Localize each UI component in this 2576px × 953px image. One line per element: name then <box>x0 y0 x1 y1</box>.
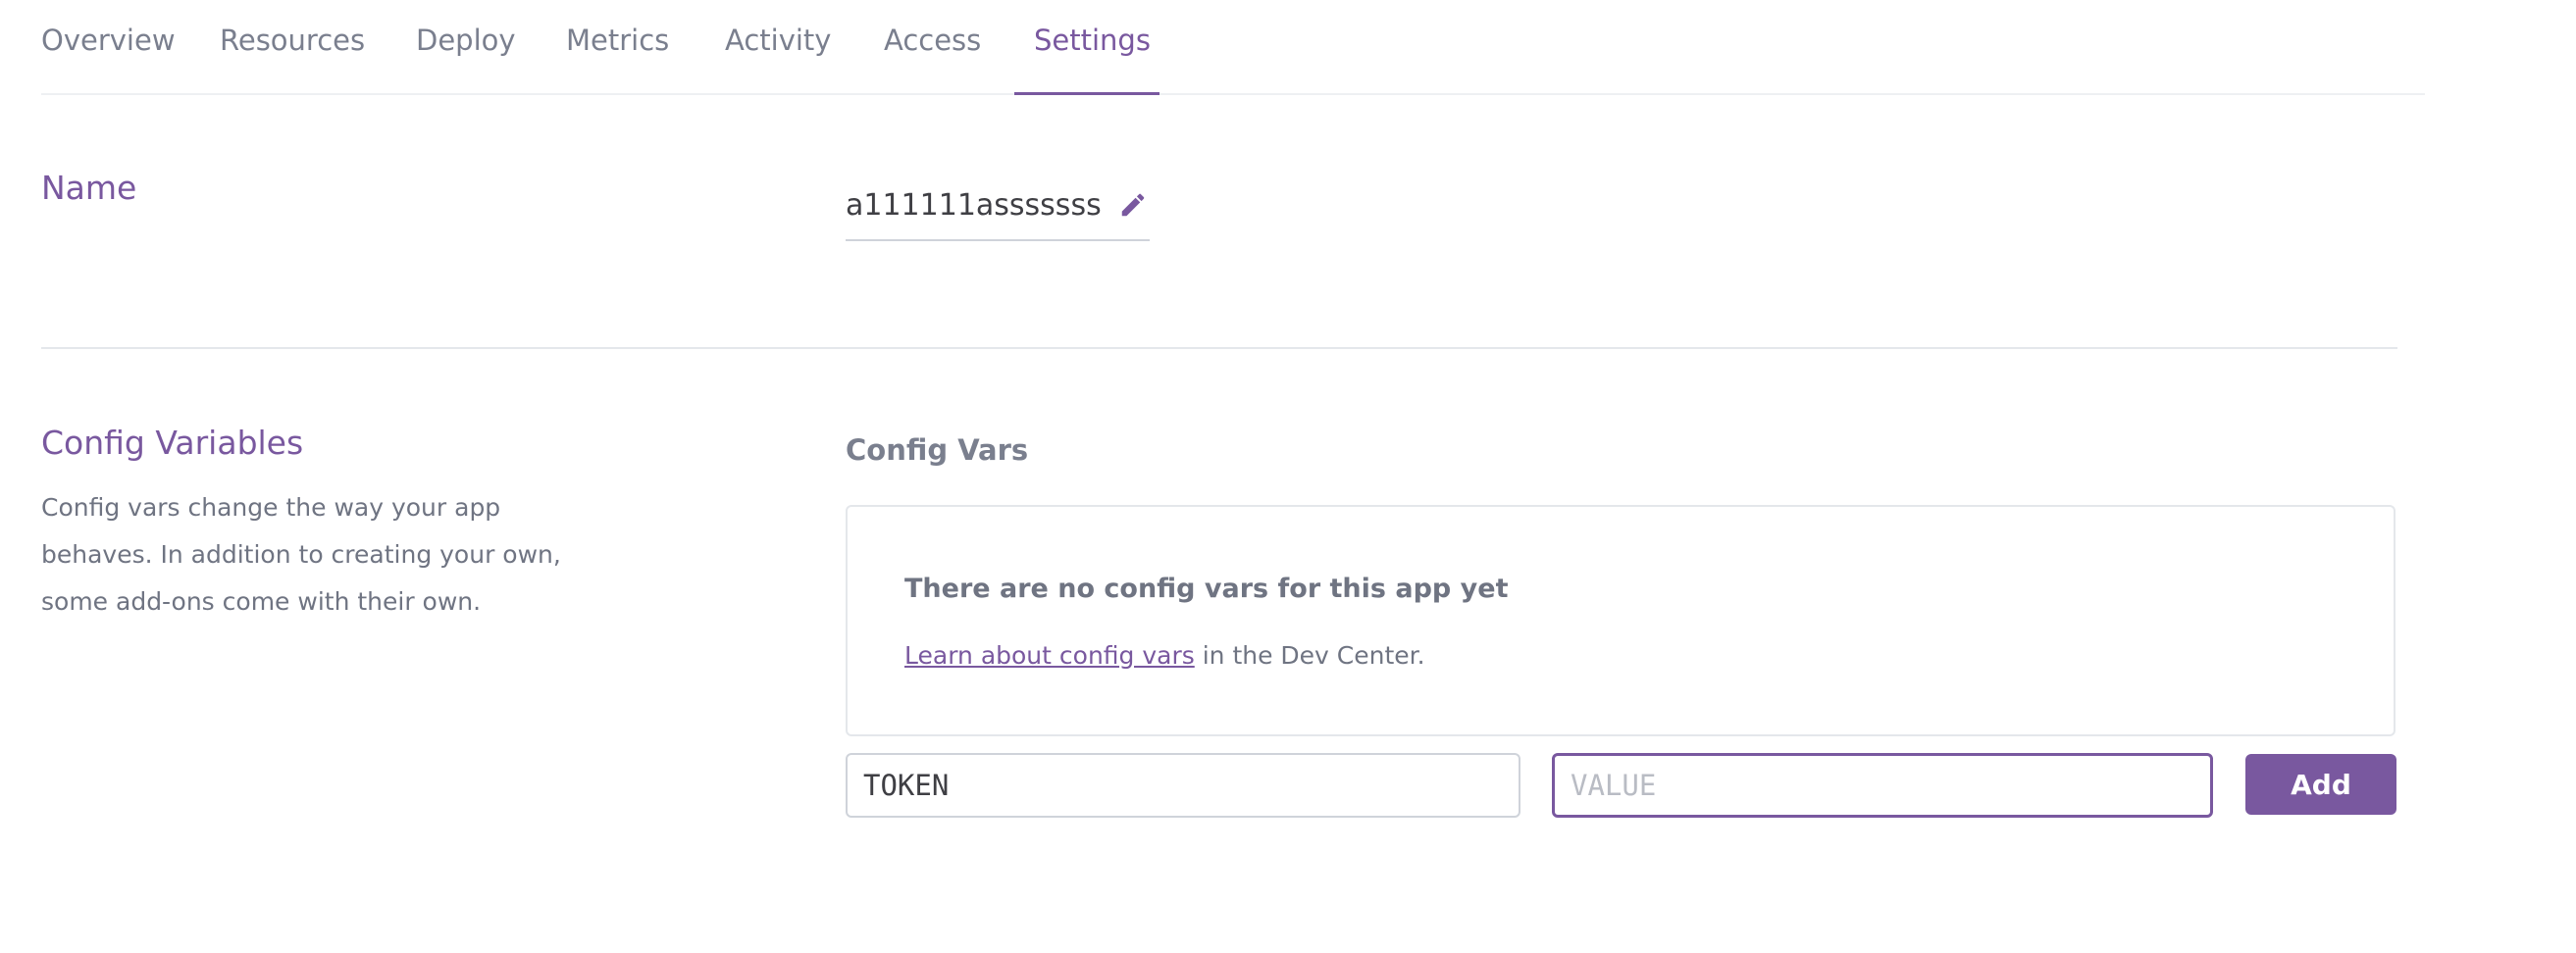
learn-config-vars-link[interactable]: Learn about config vars <box>904 641 1195 670</box>
empty-state-help: Learn about config vars in the Dev Cente… <box>904 641 1425 670</box>
dev-center-suffix: in the Dev Center. <box>1194 641 1425 670</box>
tab-deploy[interactable]: Deploy <box>416 24 516 57</box>
active-tab-indicator <box>1014 92 1159 95</box>
app-tabs: Overview Resources Deploy Metrics Activi… <box>41 0 2396 93</box>
tab-resources[interactable]: Resources <box>220 24 365 57</box>
config-key-input[interactable] <box>846 753 1520 818</box>
config-section-title: Config Variables <box>41 424 304 462</box>
config-value-input[interactable] <box>1552 753 2213 818</box>
config-section-description: Config vars change the way your app beha… <box>41 493 561 616</box>
app-name-value: a111111asssssss <box>846 188 1102 223</box>
config-vars-heading: Config Vars <box>846 433 1029 467</box>
app-name-field[interactable]: a111111asssssss <box>846 184 1150 241</box>
tabs-divider <box>41 93 2425 95</box>
add-config-var-button[interactable]: Add <box>2245 754 2396 815</box>
tab-metrics[interactable]: Metrics <box>566 24 669 57</box>
section-divider <box>41 347 2397 349</box>
tab-activity[interactable]: Activity <box>725 24 831 57</box>
tab-overview[interactable]: Overview <box>41 24 176 57</box>
empty-config-vars-panel: There are no config vars for this app ye… <box>846 505 2396 736</box>
settings-page: Overview Resources Deploy Metrics Activi… <box>0 0 2576 953</box>
empty-state-title: There are no config vars for this app ye… <box>904 574 1509 604</box>
name-section-title: Name <box>41 169 137 207</box>
tab-access[interactable]: Access <box>884 24 981 57</box>
pencil-icon[interactable] <box>1118 190 1148 220</box>
tab-settings[interactable]: Settings <box>1034 24 1151 57</box>
